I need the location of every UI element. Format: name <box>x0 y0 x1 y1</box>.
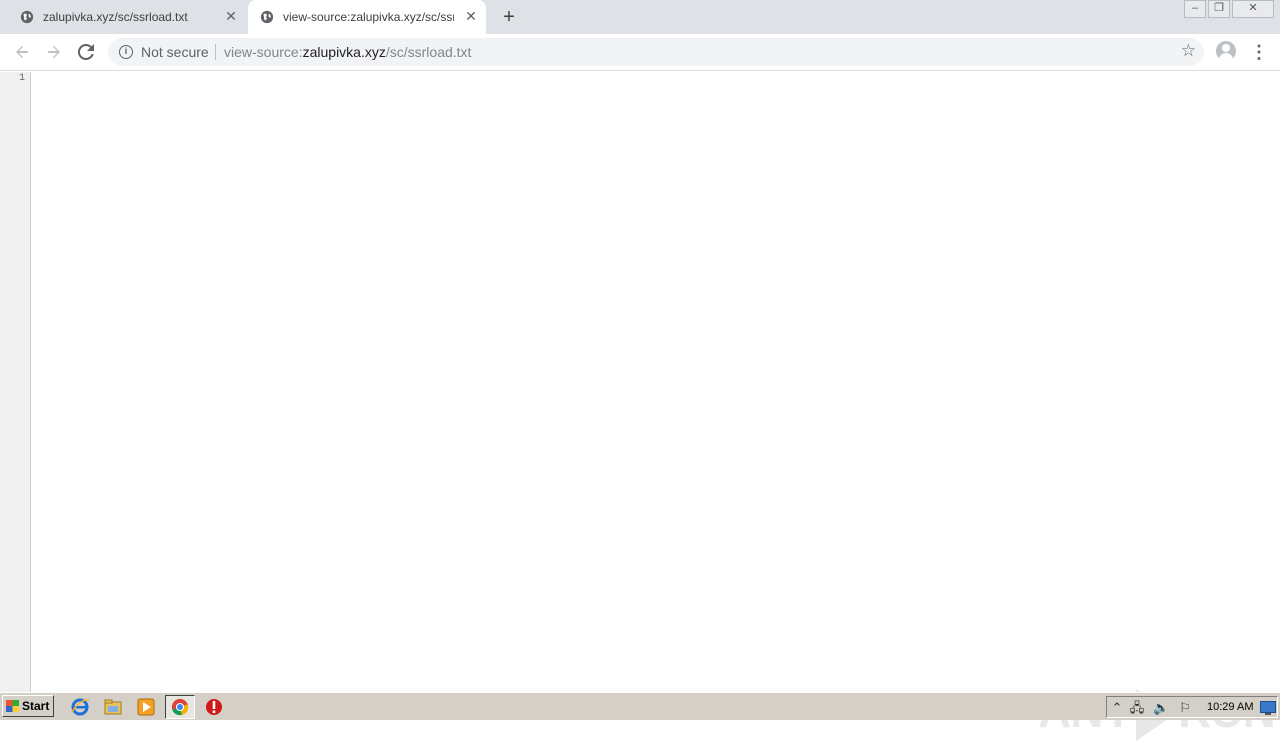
source-view: 1 ANYRUN <box>0 72 1280 741</box>
tab-view-source[interactable]: view-source:zalupivka.xyz/sc/ssrload.txt… <box>248 0 486 34</box>
bookmark-star-icon[interactable]: ☆ <box>1181 41 1196 61</box>
url-host: zalupivka.xyz <box>302 44 386 60</box>
volume-icon[interactable]: 🔈 <box>1153 700 1169 716</box>
chrome-icon <box>171 698 189 716</box>
globe-icon <box>20 10 34 24</box>
stop-alert-icon[interactable] <box>204 697 224 717</box>
window-close-button[interactable]: ✕ <box>1232 0 1274 18</box>
info-icon[interactable]: i <box>119 45 133 59</box>
show-desktop-icon[interactable] <box>1260 701 1276 715</box>
start-button[interactable]: Start <box>2 695 54 717</box>
chrome-taskbar-button[interactable] <box>165 695 195 719</box>
windows-logo-icon <box>6 700 19 712</box>
line-number-gutter: 1 <box>0 72 31 692</box>
profile-avatar[interactable] <box>1216 41 1236 61</box>
minimize-button[interactable]: – <box>1184 0 1206 18</box>
globe-icon <box>260 10 274 24</box>
system-tray: ⌃ 🖧 🔈 ⚐ 10:29 AM <box>1106 696 1278 718</box>
url-path: /sc/ssrload.txt <box>385 44 472 60</box>
reload-icon <box>77 43 94 60</box>
url-text[interactable]: view-source:zalupivka.xyz/sc/ssrload.txt <box>224 44 471 60</box>
arrow-left-icon <box>16 46 28 58</box>
security-label[interactable]: Not secure <box>141 44 209 60</box>
new-tab-button[interactable]: + <box>498 6 520 28</box>
taskbar: Start ⌃ 🖧 🔈 ⚐ 10:29 AM <box>0 692 1280 720</box>
browser-toolbar: i Not secure view-source:zalupivka.xyz/s… <box>0 34 1280 71</box>
restore-button[interactable]: ❐ <box>1208 0 1230 18</box>
arrow-right-icon <box>48 46 60 58</box>
divider <box>215 44 216 60</box>
reload-button[interactable] <box>75 41 97 63</box>
file-explorer-icon[interactable] <box>103 697 123 717</box>
tab-strip: zalupivka.xyz/sc/ssrload.txt ✕ view-sour… <box>0 0 1280 34</box>
show-hidden-icons-icon[interactable]: ⌃ <box>1109 700 1125 716</box>
internet-explorer-icon[interactable] <box>70 697 90 717</box>
address-bar[interactable]: i Not secure view-source:zalupivka.xyz/s… <box>108 38 1204 66</box>
tab-title: zalupivka.xyz/sc/ssrload.txt <box>43 10 188 24</box>
chrome-menu-icon[interactable]: ⋮ <box>1250 41 1268 63</box>
forward-button[interactable] <box>43 41 65 63</box>
clock[interactable]: 10:29 AM <box>1207 701 1253 713</box>
tab-title: view-source:zalupivka.xyz/sc/ssrload.txt <box>283 10 454 24</box>
close-tab-icon[interactable]: ✕ <box>464 9 478 23</box>
close-tab-icon[interactable]: ✕ <box>224 9 238 23</box>
tab-ssrload-txt[interactable]: zalupivka.xyz/sc/ssrload.txt ✕ <box>8 0 246 34</box>
network-icon[interactable]: 🖧 <box>1129 700 1145 716</box>
action-center-flag-icon[interactable]: ⚐ <box>1177 700 1193 716</box>
media-player-icon[interactable] <box>136 697 156 717</box>
back-button[interactable] <box>11 41 33 63</box>
url-prefix: view-source: <box>224 44 303 60</box>
line-number: 1 <box>18 73 25 84</box>
start-label: Start <box>22 699 50 713</box>
